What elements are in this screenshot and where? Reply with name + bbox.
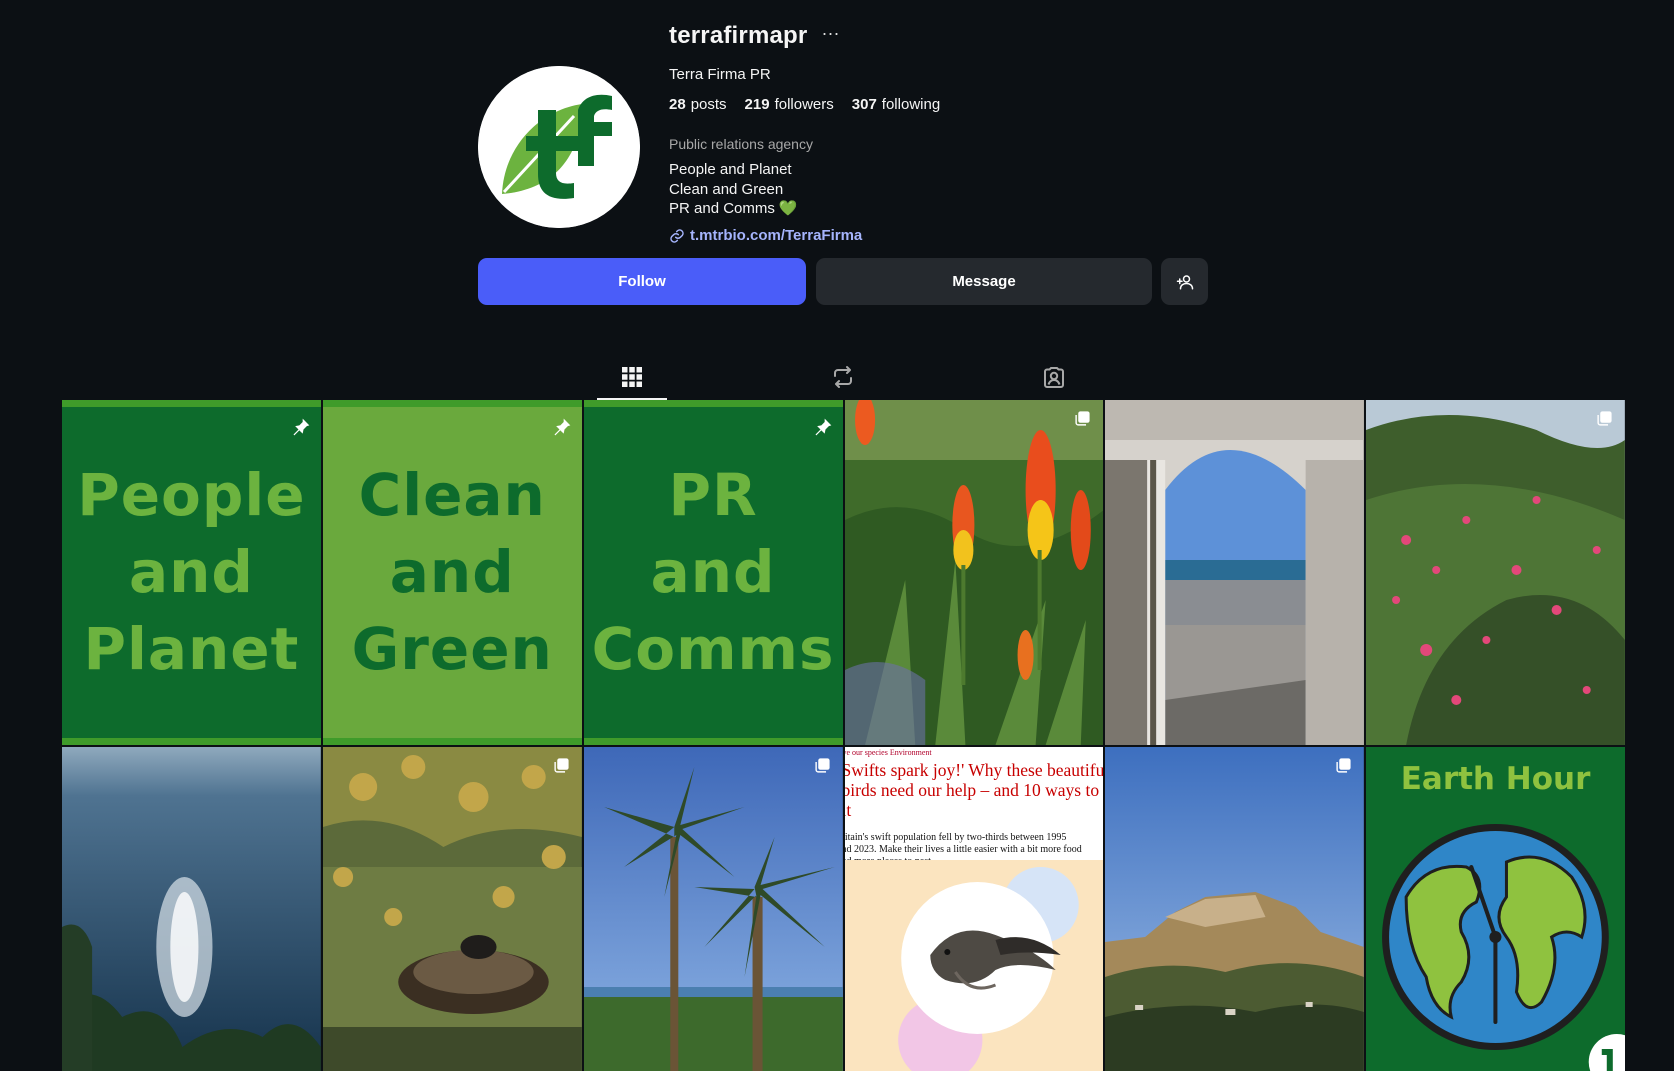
following-label: following bbox=[881, 96, 941, 113]
profile-avatar[interactable] bbox=[478, 66, 640, 228]
tab-tagged[interactable] bbox=[1019, 354, 1089, 400]
tile-text-line: and bbox=[650, 538, 776, 606]
followers-label: followers bbox=[774, 96, 834, 113]
terra-firma-logo-icon bbox=[478, 66, 640, 228]
following-stat[interactable]: 307 following bbox=[852, 96, 940, 116]
tile-text-line: Clean bbox=[358, 461, 546, 529]
pin-icon bbox=[554, 418, 570, 436]
multiple-posts-icon bbox=[1597, 411, 1612, 426]
followers-count: 219 bbox=[744, 96, 770, 113]
username-row: terrafirmapr ··· bbox=[669, 18, 1229, 54]
tile-text-line: and bbox=[389, 538, 515, 606]
tile-text-line: People bbox=[77, 461, 306, 529]
bio-link[interactable]: t.mtrbio.com/TerraFirma bbox=[690, 227, 862, 244]
earth-clock-illustration bbox=[1382, 824, 1625, 1071]
multiple-posts-icon bbox=[1075, 411, 1090, 426]
post-tile-sea-photo[interactable] bbox=[62, 747, 321, 1071]
post-tile-pr-and-comms[interactable]: PR and Comms bbox=[583, 400, 843, 745]
post-tile-people-and-planet[interactable]: People and Planet bbox=[62, 400, 321, 745]
grid-icon bbox=[622, 367, 642, 387]
post-tile-bush-photo[interactable] bbox=[1366, 400, 1625, 745]
article-header: ve our species Environment Swifts spark … bbox=[844, 747, 1104, 867]
profile-info: terrafirmapr ··· Terra Firma PR 28 posts … bbox=[669, 18, 1229, 246]
tagged-icon bbox=[1044, 367, 1064, 388]
flowers-photo bbox=[844, 400, 1104, 745]
bio-line-text: PR and Comms bbox=[669, 200, 775, 217]
post-tile-nest-photo[interactable] bbox=[322, 747, 582, 1071]
pin-icon bbox=[293, 418, 310, 436]
post-tile-clean-and-green[interactable]: Clean and Green bbox=[322, 400, 582, 745]
profile-category: Public relations agency bbox=[669, 136, 813, 152]
tab-reposts[interactable] bbox=[808, 354, 878, 400]
add-user-icon bbox=[1176, 274, 1193, 289]
full-name: Terra Firma PR bbox=[669, 66, 771, 83]
bio-link-row: t.mtrbio.com/TerraFirma bbox=[669, 226, 1229, 246]
nest-photo bbox=[322, 747, 582, 1071]
bio-line: Clean and Green bbox=[669, 180, 784, 198]
post-tile-archway-photo[interactable] bbox=[1105, 400, 1365, 745]
posts-label: posts bbox=[690, 96, 727, 113]
multiple-posts-icon bbox=[814, 758, 830, 773]
following-count: 307 bbox=[851, 96, 877, 113]
username: terrafirmapr bbox=[669, 22, 808, 49]
bush-photo bbox=[1366, 400, 1625, 745]
ellipsis-icon[interactable]: ··· bbox=[821, 24, 839, 48]
tab-posts[interactable] bbox=[597, 354, 667, 400]
palm-trees-photo bbox=[583, 747, 843, 1071]
post-tile-earth-hour[interactable]: Earth Hour bbox=[1366, 747, 1625, 1071]
posts-count: 28 bbox=[669, 96, 686, 113]
tile-text-line: PR bbox=[668, 461, 758, 529]
mountain-photo bbox=[1105, 747, 1365, 1071]
link-icon bbox=[670, 228, 684, 243]
post-tile-swifts-article[interactable]: ve our species Environment Swifts spark … bbox=[844, 747, 1104, 1071]
repost-icon bbox=[834, 366, 852, 388]
pin-icon bbox=[815, 418, 831, 436]
multiple-posts-icon bbox=[1336, 758, 1351, 773]
article-headline-line: it bbox=[845, 800, 852, 820]
swift-bird-illustration bbox=[844, 860, 1104, 1071]
earth-hour-title: Earth Hour bbox=[1400, 761, 1591, 797]
tile-text-line: and bbox=[128, 538, 254, 606]
tile-text-line: Planet bbox=[83, 615, 300, 683]
bio-line: PR and Comms 💚 bbox=[669, 199, 1229, 219]
profile-stats: 28 posts 219 followers 307 following bbox=[669, 96, 1229, 116]
article-standfirst-line: nd 2023. Make their lives a little easie… bbox=[844, 844, 1082, 855]
posts-stat: 28 posts bbox=[669, 96, 727, 116]
article-standfirst-line: ritain's swift population fell by two-th… bbox=[844, 832, 1067, 843]
tile-text-line: Comms bbox=[591, 615, 835, 683]
post-tile-palms-photo[interactable] bbox=[583, 747, 843, 1071]
archway-photo bbox=[1105, 400, 1365, 745]
sea-photo bbox=[62, 747, 321, 1071]
multiple-posts-icon bbox=[554, 758, 569, 773]
post-grid: People and Planet Clean and Green PR and… bbox=[62, 400, 1625, 1071]
tile-text-line: Green bbox=[351, 615, 553, 683]
followers-stat[interactable]: 219 followers bbox=[745, 96, 834, 116]
follow-button[interactable]: Follow bbox=[478, 258, 806, 305]
add-user-button[interactable] bbox=[1161, 258, 1208, 305]
article-headline-line: birds need our help – and 10 ways to giv… bbox=[844, 780, 1104, 800]
green-heart-icon: 💚 bbox=[778, 200, 798, 217]
message-button[interactable]: Message bbox=[816, 258, 1152, 305]
article-headline-line: Swifts spark joy!' Why these beautiful bbox=[844, 760, 1104, 780]
article-kicker: ve our species Environment bbox=[844, 748, 932, 757]
post-tile-flowers-photo[interactable] bbox=[844, 400, 1104, 745]
post-tile-mountain-photo[interactable] bbox=[1105, 747, 1365, 1071]
bio-line: People and Planet bbox=[669, 161, 792, 178]
